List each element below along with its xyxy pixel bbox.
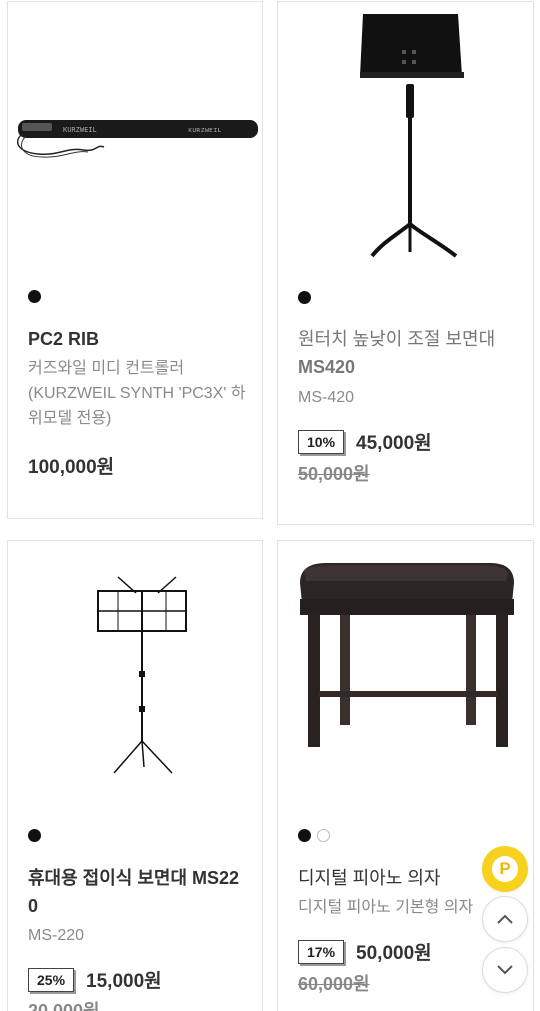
color-swatches <box>28 290 41 303</box>
product-subtitle: MS-220 <box>28 927 85 944</box>
product-card-ms420[interactable]: 원터치 높낮이 조절 보면대 MS420 MS-420 10% 45,000원 … <box>277 1 534 525</box>
chevron-up-icon <box>497 914 513 924</box>
product-price: 50,000원 <box>356 943 432 964</box>
product-card-pc2-rib[interactable]: KURZWEIL ᴋᴜʀᴢᴡᴇɪʟ PC2 RIB 커즈와일 미디 컨트롤러 (… <box>7 1 263 519</box>
product-name-text: 원터치 높낮이 조절 보면대 <box>298 329 496 349</box>
brand-text: KURZWEIL <box>63 126 97 134</box>
swatch-black[interactable] <box>28 290 41 303</box>
product-name[interactable]: 휴대용 접이식 보면대 MS220 <box>28 864 244 920</box>
brand-text-reversed: ᴋᴜʀᴢᴡᴇɪʟ <box>188 126 222 134</box>
swatch-black[interactable] <box>28 829 41 842</box>
product-model-name: MS420 <box>298 357 356 377</box>
product-description: 커즈와일 미디 컨트롤러 (KURZWEIL SYNTH 'PC3X' 하위모델… <box>28 360 246 427</box>
product-price: 15,000원 <box>86 971 162 992</box>
product-name[interactable]: 원터치 높낮이 조절 보면대 MS420 <box>298 325 519 381</box>
original-price: 50,000원 <box>298 464 370 484</box>
scroll-top-button[interactable] <box>482 896 528 942</box>
point-icon: P <box>492 856 518 882</box>
swatch-black[interactable] <box>298 291 311 304</box>
product-subtitle: MS-420 <box>298 389 355 406</box>
product-image[interactable] <box>278 541 533 811</box>
product-card-ms220[interactable]: 휴대용 접이식 보면대 MS220 MS-220 25% 15,000원 20,… <box>7 540 263 1011</box>
product-name[interactable]: PC2 RIB <box>28 325 248 353</box>
product-price: 45,000원 <box>356 433 432 454</box>
color-swatches <box>298 291 311 304</box>
scroll-bottom-button[interactable] <box>482 947 528 993</box>
swatch-black[interactable] <box>298 829 311 842</box>
original-price: 60,000원 <box>298 974 370 994</box>
chevron-down-icon <box>497 965 513 975</box>
discount-badge: 25% <box>28 967 75 992</box>
swatch-white[interactable] <box>317 829 330 842</box>
discount-badge: 10% <box>298 429 345 454</box>
product-image[interactable] <box>8 541 262 811</box>
product-price: 100,000원 <box>28 457 115 478</box>
color-swatches <box>298 829 330 842</box>
point-button[interactable]: P <box>482 846 528 892</box>
product-image[interactable] <box>278 2 533 272</box>
original-price: 20,000원 <box>28 1001 100 1011</box>
discount-badge: 17% <box>298 939 345 964</box>
color-swatches <box>28 829 41 842</box>
product-image[interactable]: KURZWEIL ᴋᴜʀᴢᴡᴇɪʟ <box>8 2 262 272</box>
